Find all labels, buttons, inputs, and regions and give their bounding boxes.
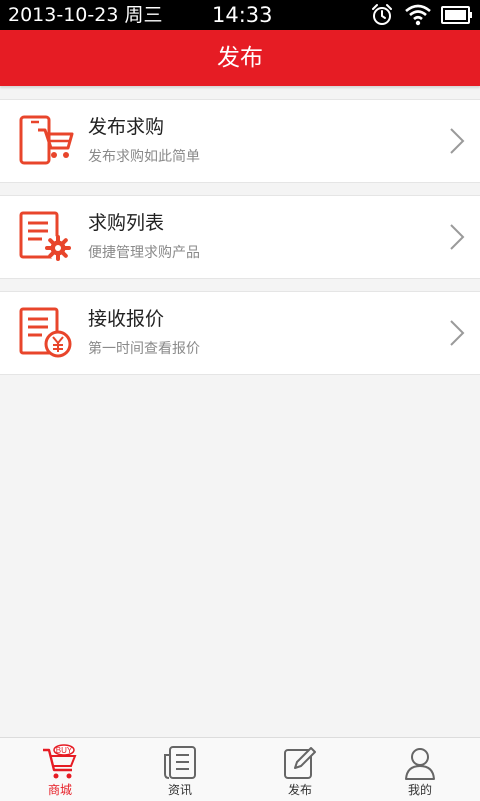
menu-item-post-request[interactable]: 发布求购 发布求购如此简单 (0, 99, 480, 183)
menu-item-subtitle: 第一时间查看报价 (88, 341, 200, 357)
tab-label: 发布 (287, 783, 312, 797)
buy-cart-icon: BUY (43, 744, 77, 779)
document-yen-icon (19, 307, 72, 358)
tab-mine[interactable]: 我的 (360, 738, 480, 801)
menu-item-title: 接收报价 (88, 308, 165, 330)
menu-item-title: 求购列表 (88, 212, 165, 234)
tab-publish[interactable]: 发布 (240, 738, 360, 801)
page-title: 发布 (217, 45, 263, 71)
tablet-cart-icon (19, 115, 74, 165)
alarm-icon (372, 4, 392, 25)
document-gear-icon (19, 211, 71, 261)
tab-mall[interactable]: BUY 商城 (0, 738, 120, 801)
news-icon (164, 746, 196, 779)
tab-news[interactable]: 资讯 (120, 738, 240, 801)
edit-icon (284, 747, 316, 779)
app-header: 发布 (0, 30, 480, 86)
status-bar: 2013-10-23 周三 14:33 (0, 0, 480, 30)
menu-item-receive-quote[interactable]: 接收报价 第一时间查看报价 (0, 291, 480, 375)
chevron-right-icon (450, 320, 465, 346)
chevron-right-icon (450, 128, 465, 154)
bottom-tab-bar: BUY 商城 资讯 发布 我的 (0, 737, 480, 801)
user-icon (405, 748, 435, 780)
tab-label: 资讯 (167, 783, 192, 797)
tab-label: 我的 (407, 783, 432, 797)
battery-icon (441, 6, 472, 24)
svg-text:BUY: BUY (56, 746, 73, 755)
chevron-right-icon (450, 224, 465, 250)
menu-item-title: 发布求购 (88, 116, 165, 138)
menu-item-subtitle: 便捷管理求购产品 (88, 245, 200, 261)
menu-item-subtitle: 发布求购如此简单 (88, 149, 200, 165)
status-date: 2013-10-23 周三 (8, 4, 163, 26)
status-time: 14:33 (212, 3, 273, 27)
menu-item-request-list[interactable]: 求购列表 便捷管理求购产品 (0, 195, 480, 279)
tab-label: 商城 (47, 783, 72, 797)
wifi-icon (405, 4, 431, 26)
